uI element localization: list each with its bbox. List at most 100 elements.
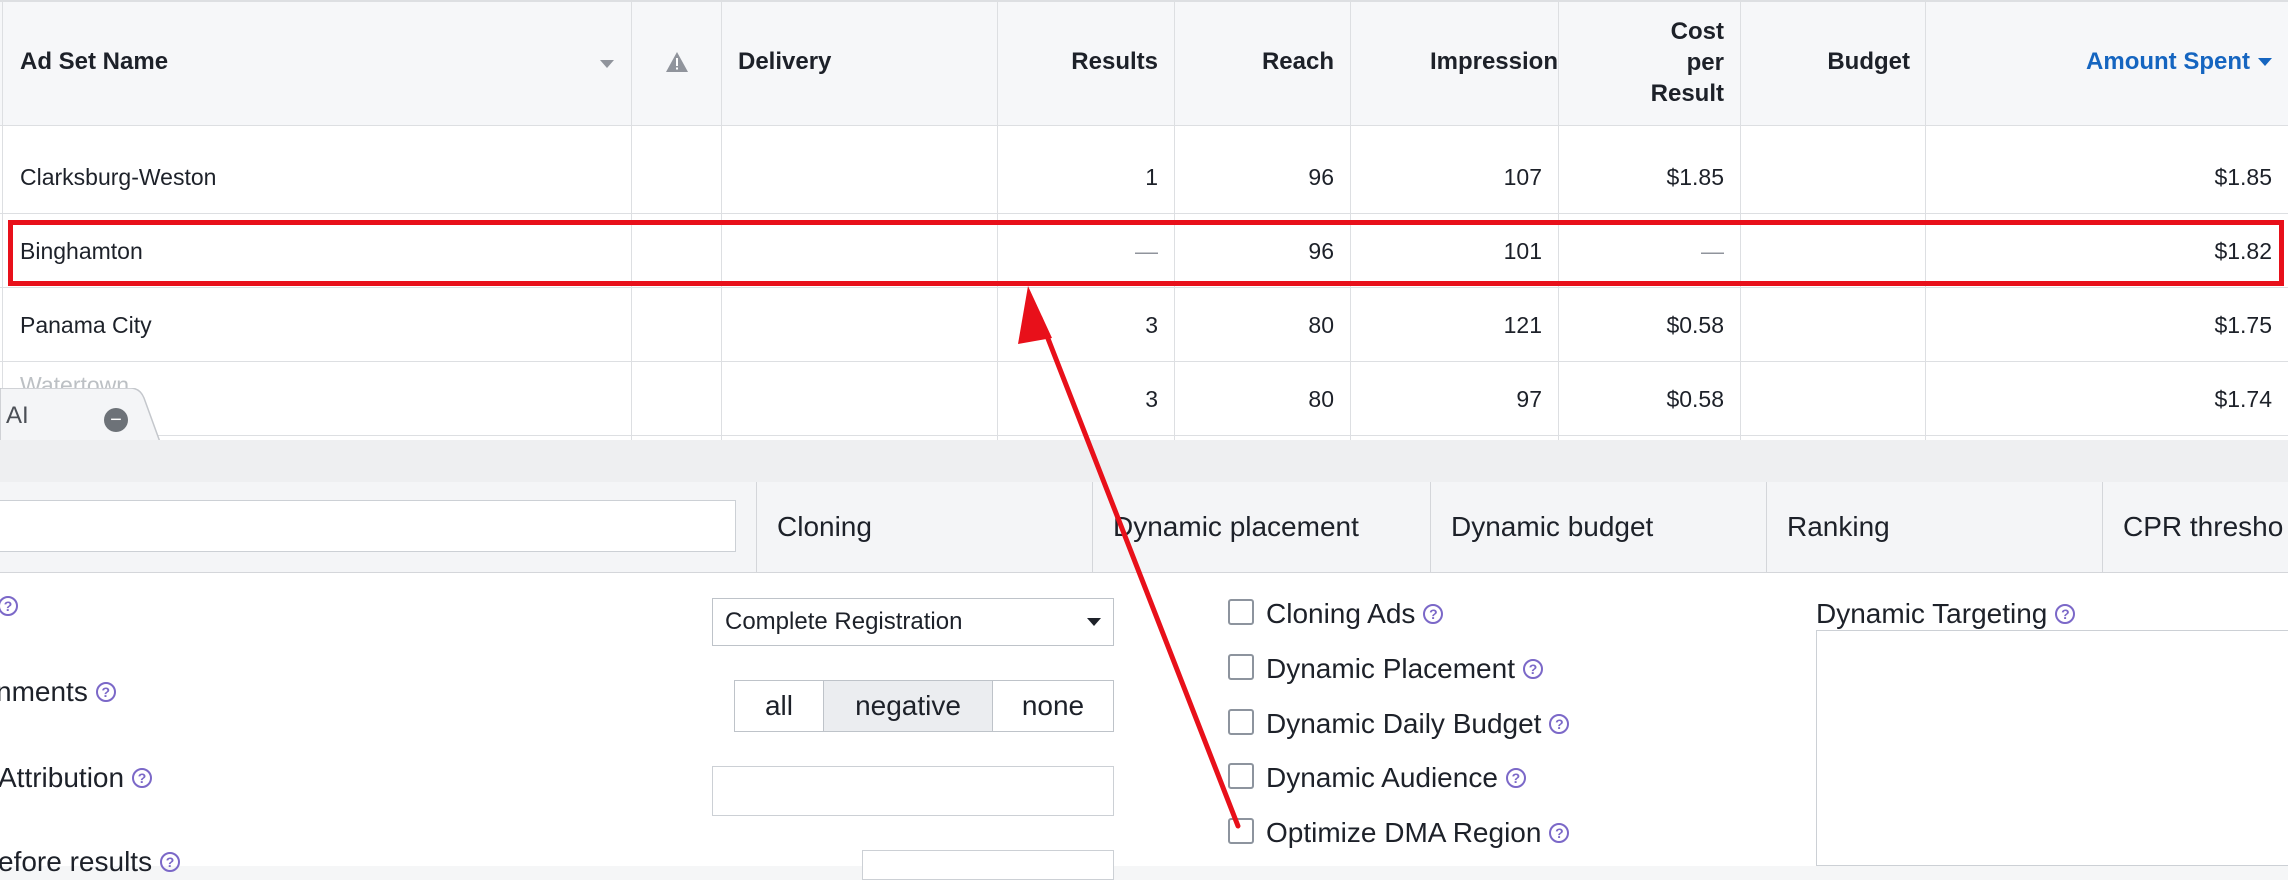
help-icon[interactable]: ? — [1549, 823, 1570, 843]
col-header-label: Impression — [1429, 48, 1558, 75]
segment-all[interactable]: all — [734, 680, 824, 732]
checkbox-optimize-dma-region[interactable] — [1228, 818, 1254, 844]
tab-dynamic-placement[interactable]: Dynamic placement — [1092, 482, 1430, 572]
checkbox-cloning-ads[interactable] — [1228, 599, 1254, 625]
warning-icon — [666, 52, 688, 72]
col-header-label: Reach — [1261, 48, 1334, 75]
cell-reach: 96 — [1308, 237, 1334, 264]
cell-name[interactable]: Clarksburg-Weston — [4, 140, 630, 214]
segment-none[interactable]: none — [992, 680, 1114, 732]
table-row[interactable]: Watertown 3 80 97 $0.58 $1.74 — [0, 362, 2288, 436]
col-header-label: Budget — [1827, 48, 1910, 75]
col-divider — [631, 0, 632, 440]
tab-dynamic-budget[interactable]: Dynamic budget — [1430, 482, 1766, 572]
event-select-value: Complete Registration — [725, 608, 963, 635]
attribution-label-text: Attribution — [0, 762, 125, 793]
event-select[interactable]: Complete Registration — [712, 598, 1114, 646]
col-header-label: Amount Spent — [2086, 48, 2250, 75]
before-results-input[interactable] — [862, 850, 1114, 880]
help-icon[interactable]: ? — [1549, 714, 1570, 734]
dynamic-targeting-label-text: Dynamic Targeting — [1816, 598, 2048, 629]
col-header-delivery[interactable]: Delivery — [722, 0, 998, 124]
cell-cost-per-result: $1.85 — [1666, 163, 1724, 190]
before-results-setting-label: efore results? — [0, 846, 181, 878]
cell-results: 3 — [1145, 311, 1158, 338]
panel-toolbar-strip — [0, 440, 2288, 483]
col-header-budget[interactable]: Budget — [1740, 0, 1926, 124]
chevron-down-icon — [1087, 618, 1101, 626]
tab-ranking[interactable]: Ranking — [1766, 482, 2102, 572]
attribution-input[interactable] — [712, 766, 1114, 816]
help-icon[interactable]: ? — [160, 852, 181, 872]
table-row[interactable]: Panama City 3 80 121 $0.58 $1.75 — [0, 288, 2288, 362]
sort-caret-icon[interactable] — [600, 60, 614, 68]
filter-input[interactable] — [0, 500, 736, 552]
cell-cost-per-result: $0.58 — [1666, 385, 1724, 412]
dynamic-placement-label: Dynamic Placement? — [1266, 649, 1543, 689]
comments-setting-label: nments? — [0, 676, 116, 708]
col-divider — [721, 0, 722, 440]
help-icon[interactable]: ? — [95, 682, 116, 702]
cell-name[interactable]: Binghamton — [4, 214, 630, 288]
col-divider — [2, 0, 3, 440]
col-divider — [1925, 0, 1926, 440]
checkbox-label-text: Dynamic Daily Budget — [1266, 708, 1542, 739]
col-header-results[interactable]: Results — [998, 0, 1174, 124]
checkbox-dynamic-audience[interactable] — [1228, 763, 1254, 789]
attribution-setting-label: Attribution? — [0, 762, 153, 794]
cell-results: — — [1135, 237, 1158, 264]
dynamic-targeting-textarea[interactable] — [1816, 630, 2288, 866]
dynamic-targeting-label: Dynamic Targeting? — [1816, 594, 2076, 634]
col-header-impressions[interactable]: Impression — [1350, 0, 1558, 124]
tab-cloning[interactable]: Cloning — [756, 482, 1092, 572]
col-header-cost-per-result[interactable]: Cost per Result — [1558, 0, 1740, 124]
col-divider — [1174, 0, 1175, 440]
help-icon[interactable]: ? — [2055, 604, 2076, 624]
checkbox-dynamic-placement[interactable] — [1228, 654, 1254, 680]
col-header-amount-spent[interactable]: Amount Spent — [1926, 0, 2288, 124]
cell-cost-per-result: $0.58 — [1666, 311, 1724, 338]
table-row[interactable]: Binghamton — 96 101 — $1.82 — [0, 214, 2288, 288]
ad-sets-table: Ad Set Name Delivery Results Reach Impre… — [0, 0, 2288, 440]
cell-reach: 80 — [1308, 385, 1334, 412]
help-icon[interactable]: ? — [1505, 768, 1526, 788]
help-icon[interactable]: ? — [1522, 659, 1543, 679]
cell-reach: 96 — [1308, 163, 1334, 190]
help-icon[interactable]: ? — [132, 768, 153, 788]
col-header-ad-set-name[interactable]: Ad Set Name — [4, 0, 630, 124]
dynamic-audience-label: Dynamic Audience? — [1266, 758, 1526, 798]
checkbox-label-text: Dynamic Audience — [1266, 762, 1498, 793]
cell-impressions: 107 — [1503, 163, 1542, 190]
checkbox-label-text: Optimize DMA Region — [1266, 817, 1542, 848]
cell-name[interactable]: Panama City — [4, 288, 630, 362]
cell-amount-spent: $1.75 — [2214, 311, 2272, 338]
col-divider — [1740, 0, 1741, 440]
checkbox-dynamic-daily-budget[interactable] — [1228, 709, 1254, 735]
cell-impressions: 121 — [1503, 311, 1542, 338]
col-divider — [1350, 0, 1351, 440]
col-header-label: Results — [1071, 48, 1158, 75]
tab-cpr-threshold[interactable]: CPR thresho — [2102, 482, 2288, 572]
col-divider — [997, 0, 998, 440]
close-tab-icon[interactable]: − — [104, 408, 128, 432]
col-header-warning[interactable] — [632, 0, 722, 124]
panel-tab-label[interactable]: AI — [6, 402, 29, 430]
dynamic-daily-budget-label: Dynamic Daily Budget? — [1266, 704, 1570, 744]
table-row[interactable]: Clarksburg-Weston 1 96 107 $1.85 $1.85 — [0, 140, 2288, 214]
segment-negative[interactable]: negative — [823, 680, 993, 732]
cell-amount-spent: $1.74 — [2214, 385, 2272, 412]
checkbox-label-text: Cloning Ads — [1266, 598, 1416, 629]
sort-desc-icon — [2258, 58, 2272, 66]
help-icon[interactable]: ? — [0, 596, 18, 616]
header-separator — [0, 126, 2288, 141]
col-header-label: Delivery — [738, 48, 832, 75]
col-divider — [1558, 0, 1559, 440]
optimize-dma-region-label: Optimize DMA Region? — [1266, 813, 1570, 853]
before-results-label-text: efore results — [0, 846, 153, 877]
cell-results: 1 — [1145, 163, 1158, 190]
cell-impressions: 101 — [1503, 237, 1542, 264]
help-icon[interactable]: ? — [1423, 604, 1444, 624]
col-header-reach[interactable]: Reach — [1174, 0, 1350, 124]
cell-amount-spent: $1.85 — [2214, 163, 2272, 190]
cell-amount-spent: $1.82 — [2214, 237, 2272, 264]
